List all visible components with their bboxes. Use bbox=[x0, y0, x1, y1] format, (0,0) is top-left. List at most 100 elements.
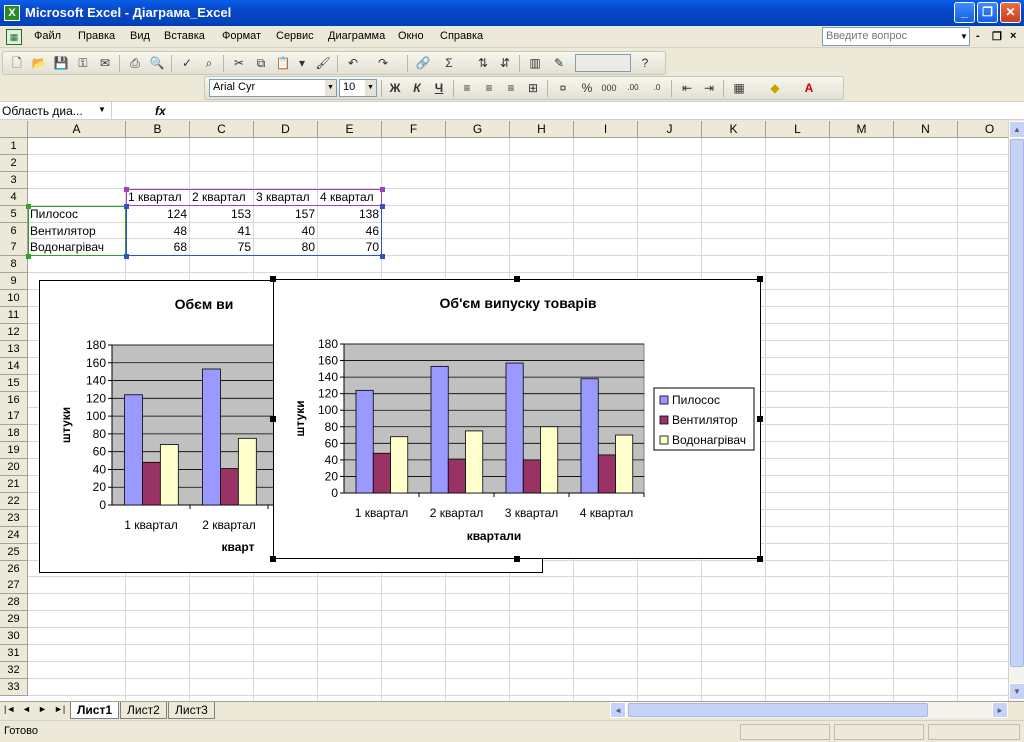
menu-chart[interactable]: Диаграмма bbox=[328, 30, 385, 42]
row-header[interactable]: 15 bbox=[0, 374, 28, 392]
tab-sheet2[interactable]: Лист2 bbox=[120, 702, 167, 719]
column-header[interactable]: I bbox=[574, 121, 638, 138]
row-header[interactable]: 28 bbox=[0, 594, 28, 612]
menu-edit[interactable]: Правка bbox=[78, 30, 115, 42]
row-header[interactable]: 32 bbox=[0, 661, 28, 679]
spelling-icon[interactable]: ✓ bbox=[179, 55, 195, 71]
align-center-icon[interactable]: ≡ bbox=[481, 80, 497, 96]
row-header[interactable]: 1 bbox=[0, 138, 28, 155]
row-header[interactable]: 20 bbox=[0, 459, 28, 477]
align-left-icon[interactable]: ≡ bbox=[459, 80, 475, 96]
chart-handle-bl[interactable] bbox=[270, 556, 276, 562]
percent-icon[interactable]: % bbox=[579, 80, 595, 96]
range-handle[interactable] bbox=[124, 254, 129, 260]
first-sheet-icon[interactable]: |◄ bbox=[4, 704, 15, 714]
column-header[interactable]: M bbox=[830, 121, 894, 138]
name-box[interactable]: Область диа... bbox=[0, 102, 112, 120]
increase-decimal-icon[interactable]: .00 bbox=[625, 80, 641, 96]
row-header[interactable]: 11 bbox=[0, 307, 28, 324]
tab-sheet1[interactable]: Лист1 bbox=[70, 702, 120, 719]
excel-app-icon[interactable]: X bbox=[4, 5, 20, 21]
redo-icon[interactable]: ↷ bbox=[375, 55, 391, 71]
increase-indent-icon[interactable]: ⇥ bbox=[701, 80, 717, 96]
range-handle[interactable] bbox=[380, 203, 385, 209]
row-header[interactable]: 16 bbox=[0, 391, 28, 409]
format-painter-icon[interactable]: 🖌 bbox=[315, 55, 331, 71]
column-header[interactable]: E bbox=[318, 121, 382, 138]
name-box-dropdown-icon[interactable]: ▼ bbox=[98, 105, 106, 114]
doc-restore-button[interactable]: ❐ bbox=[992, 30, 1002, 43]
document-icon[interactable]: ▦ bbox=[6, 29, 22, 45]
menu-tools[interactable]: Сервис bbox=[276, 30, 314, 42]
chart-handle-br[interactable] bbox=[757, 556, 763, 562]
sort-descending-icon[interactable]: ⇵ bbox=[497, 55, 513, 71]
row-header[interactable]: 3 bbox=[0, 171, 28, 189]
row-header[interactable]: 9 bbox=[0, 273, 28, 291]
column-header[interactable]: N bbox=[894, 121, 958, 138]
doc-minimize-button[interactable]: - bbox=[976, 30, 980, 42]
font-name-dropdown-icon[interactable]: ▼ bbox=[325, 80, 336, 96]
copy-icon[interactable]: ⧉ bbox=[253, 55, 269, 71]
row-header[interactable]: 23 bbox=[0, 509, 28, 527]
scroll-right-icon[interactable]: ► bbox=[992, 702, 1008, 718]
row-header[interactable]: 31 bbox=[0, 645, 28, 662]
underline-button[interactable]: Ч bbox=[431, 80, 447, 96]
range-handle[interactable] bbox=[124, 186, 129, 192]
autosum-icon[interactable]: Σ bbox=[441, 55, 457, 71]
column-header[interactable]: B bbox=[126, 121, 190, 138]
row-header[interactable]: 24 bbox=[0, 526, 28, 544]
column-header[interactable]: D bbox=[254, 121, 318, 138]
scroll-left-icon[interactable]: ◄ bbox=[610, 702, 626, 718]
range-handle[interactable] bbox=[124, 203, 129, 209]
new-icon[interactable]: 🗋 bbox=[9, 55, 25, 71]
range-handle[interactable] bbox=[26, 203, 31, 209]
row-header[interactable]: 5 bbox=[0, 205, 28, 223]
column-header[interactable]: C bbox=[190, 121, 254, 138]
cut-icon[interactable]: ✂ bbox=[231, 55, 247, 71]
print-preview-icon[interactable]: 🔍 bbox=[149, 55, 165, 71]
font-name-select[interactable]: Arial Cyr bbox=[209, 79, 337, 97]
insert-function-icon[interactable]: fx bbox=[155, 104, 166, 118]
chart-handle-tm[interactable] bbox=[514, 276, 520, 282]
vertical-scrollbar[interactable]: ▲ ▼ bbox=[1008, 121, 1024, 701]
chart-handle-tl[interactable] bbox=[270, 276, 276, 282]
help-search-input[interactable]: Введите вопрос bbox=[822, 27, 970, 46]
bold-button[interactable]: Ж bbox=[387, 80, 403, 96]
chart-handle-mr[interactable] bbox=[757, 416, 763, 422]
merge-center-icon[interactable]: ⊞ bbox=[525, 80, 541, 96]
column-header[interactable]: A bbox=[28, 121, 126, 138]
comma-style-icon[interactable]: 000 bbox=[601, 80, 617, 96]
row-header[interactable]: 13 bbox=[0, 340, 28, 358]
paste-icon[interactable]: 📋 bbox=[275, 55, 291, 71]
font-color-icon[interactable]: A bbox=[801, 80, 817, 96]
currency-icon[interactable]: ¤ bbox=[555, 80, 571, 96]
maximize-button[interactable]: ❐ bbox=[977, 2, 998, 23]
menu-view[interactable]: Вид bbox=[130, 30, 150, 42]
tab-sheet3[interactable]: Лист3 bbox=[168, 702, 215, 719]
column-header[interactable]: O bbox=[958, 121, 1008, 138]
formula-input[interactable] bbox=[172, 102, 1024, 120]
column-header[interactable]: H bbox=[510, 121, 574, 138]
row-header[interactable]: 7 bbox=[0, 239, 28, 257]
column-header[interactable]: F bbox=[382, 121, 446, 138]
row-header[interactable]: 18 bbox=[0, 425, 28, 443]
chart-handle-ml[interactable] bbox=[270, 416, 276, 422]
row-header[interactable]: 25 bbox=[0, 543, 28, 561]
range-handle[interactable] bbox=[380, 186, 385, 192]
chart-handle-bm[interactable] bbox=[514, 556, 520, 562]
range-handle[interactable] bbox=[380, 254, 385, 260]
row-header[interactable]: 21 bbox=[0, 476, 28, 493]
fill-color-icon[interactable]: ◆ bbox=[767, 80, 783, 96]
prev-sheet-icon[interactable]: ◄ bbox=[22, 704, 31, 714]
row-header[interactable]: 4 bbox=[0, 188, 28, 206]
decrease-decimal-icon[interactable]: .0 bbox=[649, 80, 665, 96]
paste-dropdown-icon[interactable]: ▾ bbox=[297, 55, 307, 71]
row-header[interactable]: 2 bbox=[0, 154, 28, 172]
last-sheet-icon[interactable]: ►| bbox=[54, 704, 65, 714]
range-handle[interactable] bbox=[26, 254, 31, 260]
row-header[interactable]: 8 bbox=[0, 256, 28, 274]
print-icon[interactable]: ⎙ bbox=[127, 55, 143, 71]
close-button[interactable]: ✕ bbox=[1000, 2, 1021, 23]
row-header[interactable]: 27 bbox=[0, 577, 28, 595]
row-header[interactable]: 12 bbox=[0, 323, 28, 341]
